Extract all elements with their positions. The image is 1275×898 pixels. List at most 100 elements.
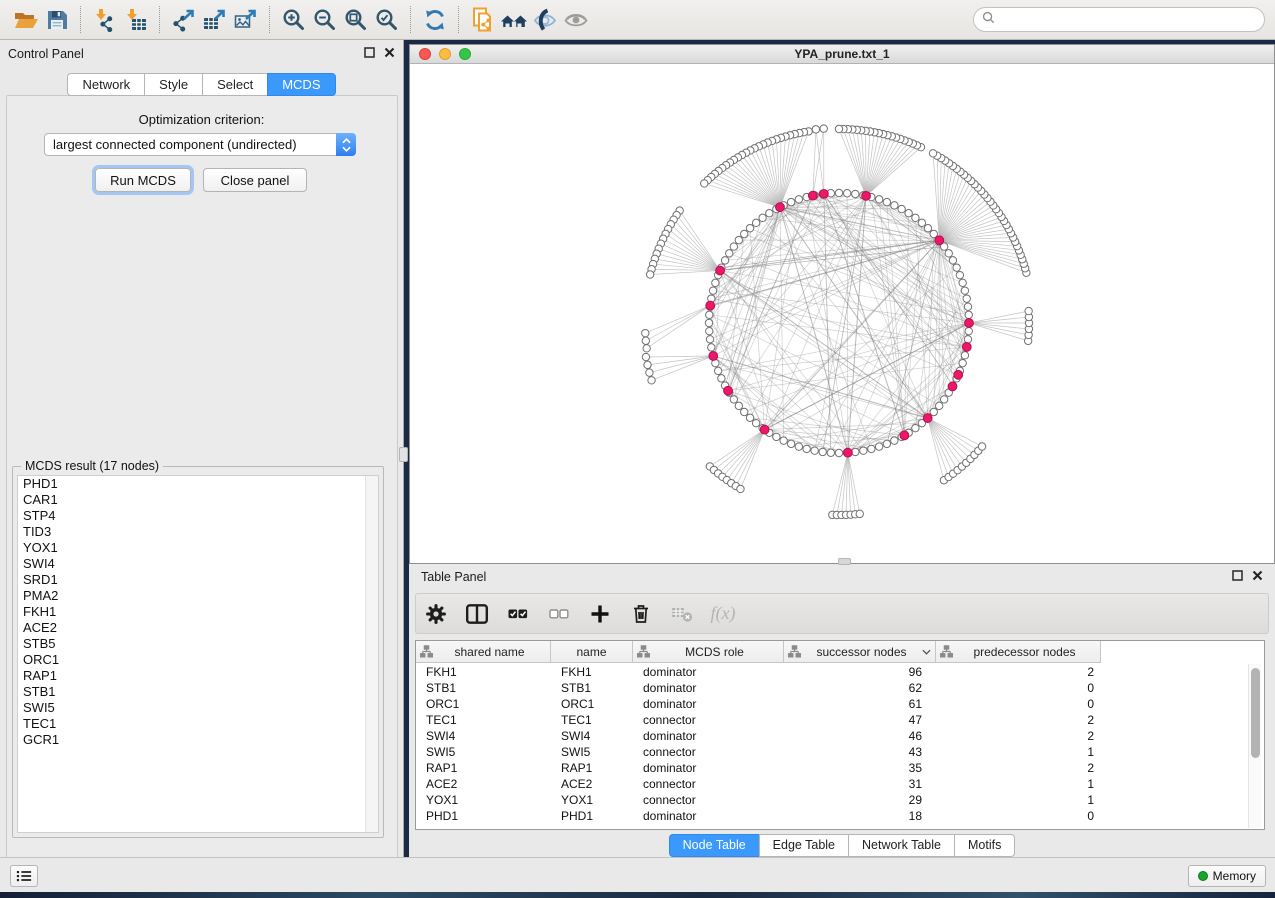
graph-node[interactable] <box>883 440 890 447</box>
graph-hub-node[interactable] <box>706 301 715 310</box>
memory-button[interactable]: Memory <box>1188 865 1266 887</box>
graph-node[interactable] <box>956 271 963 278</box>
table-cell[interactable]: ORC1 <box>416 696 551 712</box>
graph-node[interactable] <box>961 352 968 359</box>
table-cell[interactable]: RAP1 <box>551 760 633 776</box>
graph-node[interactable] <box>712 279 719 286</box>
graph-node[interactable] <box>964 336 971 343</box>
table-cell[interactable]: PHD1 <box>551 808 633 824</box>
graph-node[interactable] <box>964 303 971 310</box>
table-cell[interactable]: 31 <box>784 776 936 792</box>
import-network-icon[interactable] <box>89 6 120 34</box>
graph-node[interactable] <box>912 214 919 221</box>
unselect-all-icon[interactable] <box>547 602 571 626</box>
graph-node[interactable] <box>730 243 737 250</box>
graph-node[interactable] <box>912 424 919 431</box>
graph-node[interactable] <box>737 485 744 492</box>
graph-node[interactable] <box>646 369 653 376</box>
table-cell[interactable]: 2 <box>936 728 1101 744</box>
graph-node[interactable] <box>959 279 966 286</box>
column-header-predecessor-nodes[interactable]: predecessor nodes <box>936 641 1101 663</box>
table-row[interactable]: PHD1PHD1dominator180 <box>416 808 1101 824</box>
mcds-result-item[interactable]: ORC1 <box>18 652 378 668</box>
table-row[interactable]: TEC1TEC1connector472 <box>416 712 1101 728</box>
graph-node[interactable] <box>945 250 952 257</box>
export-table-icon[interactable] <box>199 6 230 34</box>
table-cell[interactable]: STB1 <box>416 680 551 696</box>
table-cell[interactable]: connector <box>633 712 784 728</box>
graph-node[interactable] <box>835 189 842 196</box>
graph-node[interactable] <box>706 336 713 343</box>
graph-node[interactable] <box>820 125 827 132</box>
run-mcds-button[interactable]: Run MCDS <box>95 168 191 192</box>
graph-node[interactable] <box>708 344 715 351</box>
graph-node[interactable] <box>735 236 742 243</box>
table-cell[interactable]: connector <box>633 776 784 792</box>
table-cell[interactable]: SWI5 <box>551 744 633 760</box>
graph-hub-node[interactable] <box>709 352 718 361</box>
table-cell[interactable]: 47 <box>784 712 936 728</box>
add-row-icon[interactable] <box>588 602 612 626</box>
search-input[interactable] <box>1000 13 1256 27</box>
graph-hub-node[interactable] <box>843 448 852 457</box>
mcds-result-item[interactable]: STB1 <box>18 684 378 700</box>
table-scrollbar-thumb[interactable] <box>1251 668 1260 758</box>
mcds-result-item[interactable]: TEC1 <box>18 716 378 732</box>
mcds-result-item[interactable]: SWI5 <box>18 700 378 716</box>
table-cell[interactable]: ACE2 <box>416 776 551 792</box>
graph-node[interactable] <box>959 359 966 366</box>
mcds-list-scrollbar[interactable] <box>365 476 378 832</box>
table-row[interactable]: SWI4SWI4dominator462 <box>416 728 1101 744</box>
table-cell[interactable]: TEC1 <box>551 712 633 728</box>
graph-node[interactable] <box>963 295 970 302</box>
graph-node[interactable] <box>875 196 882 203</box>
tab-motifs[interactable]: Motifs <box>954 834 1015 857</box>
export-network-icon[interactable] <box>168 6 199 34</box>
table-cell[interactable]: 1 <box>936 792 1101 808</box>
float-panel-icon[interactable] <box>364 47 375 61</box>
split-panel-icon[interactable] <box>465 602 489 626</box>
graph-node[interactable] <box>875 443 882 450</box>
graph-node[interactable] <box>924 225 931 232</box>
graph-node[interactable] <box>1025 307 1032 314</box>
graph-node[interactable] <box>718 375 725 382</box>
optimization-criterion-select[interactable]: largest connected component (undirected) <box>44 133 356 156</box>
network-graph-canvas[interactable] <box>410 64 1274 563</box>
graph-hub-node[interactable] <box>819 189 828 198</box>
graph-node[interactable] <box>746 414 753 421</box>
graph-node[interactable] <box>929 150 936 157</box>
table-row[interactable]: SWI5SWI5connector431 <box>416 744 1101 760</box>
table-cell[interactable]: FKH1 <box>551 664 633 680</box>
table-cell[interactable]: YOX1 <box>416 792 551 808</box>
graph-node[interactable] <box>642 337 649 344</box>
graph-node[interactable] <box>835 449 842 456</box>
table-cell[interactable]: 46 <box>784 728 936 744</box>
first-neighbors-icon[interactable] <box>498 6 529 34</box>
table-cell[interactable]: 62 <box>784 680 936 696</box>
search-box[interactable] <box>973 7 1265 32</box>
tab-mcds[interactable]: MCDS <box>267 73 335 96</box>
table-cell[interactable]: 2 <box>936 760 1101 776</box>
column-header-shared-name[interactable]: shared name <box>416 641 551 663</box>
graph-node[interactable] <box>978 443 985 450</box>
graph-node[interactable] <box>766 210 773 217</box>
graph-node[interactable] <box>860 447 867 454</box>
table-cell[interactable]: 61 <box>784 696 936 712</box>
graph-node[interactable] <box>706 311 713 318</box>
graph-node[interactable] <box>835 125 842 132</box>
table-row[interactable]: ACE2ACE2connector311 <box>416 776 1101 792</box>
graph-node[interactable] <box>905 210 912 217</box>
table-cell[interactable]: 18 <box>784 808 936 824</box>
table-cell[interactable]: 0 <box>936 696 1101 712</box>
mcds-result-item[interactable]: STB5 <box>18 636 378 652</box>
float-table-panel-icon[interactable] <box>1232 570 1243 584</box>
graph-node[interactable] <box>868 445 875 452</box>
graph-node[interactable] <box>648 377 655 384</box>
graph-node[interactable] <box>891 202 898 209</box>
mcds-result-item[interactable]: PHD1 <box>18 476 378 492</box>
graph-node[interactable] <box>646 271 653 278</box>
mcds-result-item[interactable]: STP4 <box>18 508 378 524</box>
column-header-successor-nodes[interactable]: successor nodes <box>784 641 936 663</box>
table-cell[interactable]: 35 <box>784 760 936 776</box>
table-cell[interactable]: FKH1 <box>416 664 551 680</box>
